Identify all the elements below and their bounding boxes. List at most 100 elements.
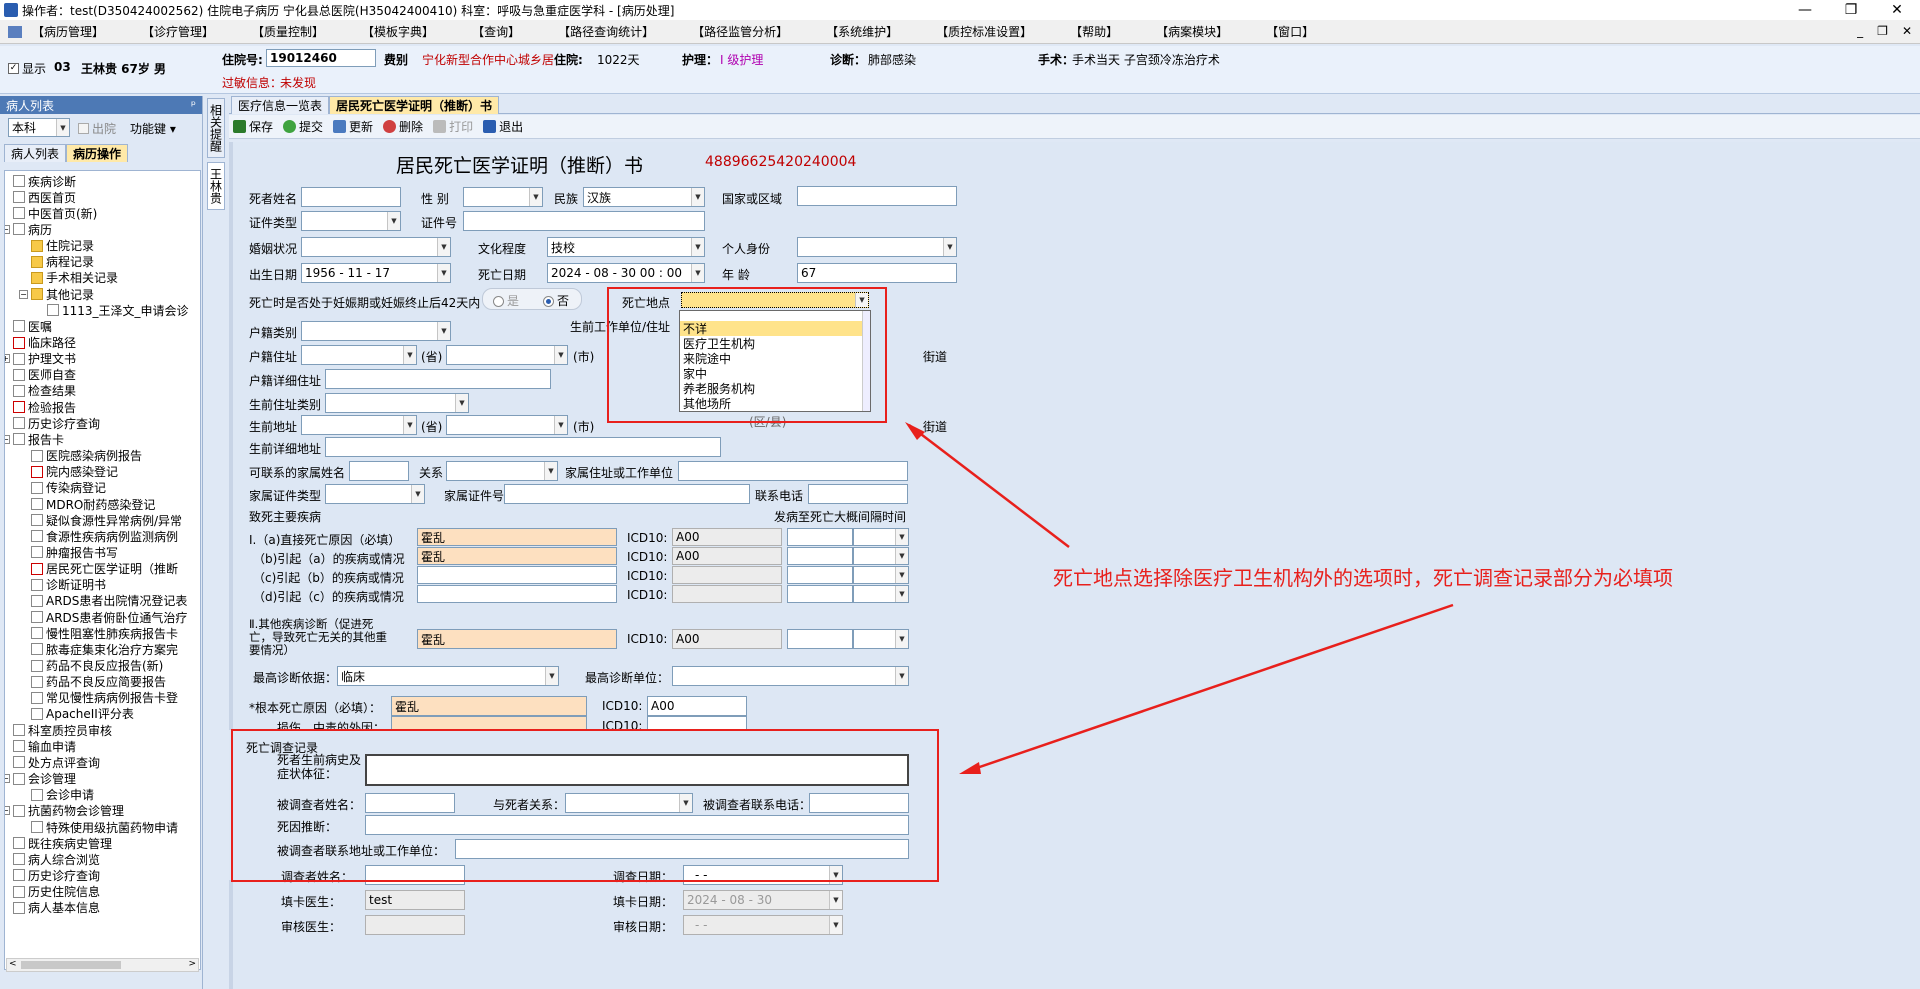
tree-item[interactable]: − 抗菌药物会诊管理 (5, 803, 124, 819)
review-doctor-input[interactable] (365, 915, 465, 935)
review-date-picker[interactable]: - - ▼ (683, 915, 843, 935)
tree-item[interactable]: 医师自查 (13, 367, 76, 383)
tree-item[interactable]: 疾病诊断 (13, 173, 76, 189)
tree-item[interactable]: 住院记录 (31, 238, 94, 254)
tree-item[interactable]: − 其他记录 (19, 286, 94, 302)
tree-item[interactable]: 手术相关记录 (31, 270, 118, 286)
collapse-icon[interactable]: − (5, 774, 10, 784)
tree-item[interactable]: 病人综合浏览 (13, 851, 100, 867)
tree-item[interactable]: 特殊使用级抗菌药物申请 (31, 819, 178, 835)
tree-item[interactable]: 病人基本信息 (13, 900, 100, 916)
tab-patient-list[interactable]: 病人列表 (4, 144, 67, 162)
submit-button[interactable]: 提交 (283, 118, 323, 135)
tab-record-ops[interactable]: 病历操作 (66, 144, 129, 162)
card-date-picker[interactable]: 2024 - 08 - 30 ▼ (683, 890, 843, 910)
tree-item[interactable]: 历史诊疗查询 (13, 867, 100, 883)
tree-item[interactable]: − 报告卡 (5, 431, 64, 447)
tree-item[interactable]: 传染病登记 (31, 480, 106, 496)
tree-item[interactable]: 西医首页 (13, 189, 76, 205)
show-checkbox[interactable]: ✓ 显示 (8, 60, 46, 77)
tree-item[interactable]: 科室质控员审核 (13, 722, 112, 738)
tree-item[interactable]: 既往疾病史管理 (13, 835, 112, 851)
tree-item[interactable]: 诊断证明书 (31, 577, 106, 593)
minimize-icon[interactable]: — (1782, 0, 1828, 20)
tree-item[interactable]: MDRO耐药感染登记 (31, 496, 155, 512)
menu-item-11[interactable]: 【窗口】 (1266, 23, 1314, 40)
update-button[interactable]: 更新 (333, 118, 373, 135)
tree-item-label: 1113_王泽文_申请会诊 (62, 303, 189, 318)
tab-death-certificate[interactable]: 居民死亡医学证明（推断）书 (329, 96, 500, 114)
mdi-minimize-icon[interactable]: _ (1857, 24, 1863, 38)
dept-select[interactable]: 本科 ▼ (8, 118, 70, 137)
menu-item-6[interactable]: 【路径监管分析】 (692, 23, 788, 40)
delete-button[interactable]: 删除 (383, 118, 423, 135)
tree-item[interactable]: 中医首页(新) (13, 205, 97, 221)
tree-item[interactable]: 慢性阻塞性肺疾病报告卡 (31, 625, 178, 641)
tree-item[interactable]: 居民死亡医学证明（推断 (31, 561, 178, 577)
tree-item[interactable]: 检验报告 (13, 399, 76, 415)
tree-item[interactable]: 处方点评查询 (13, 754, 100, 770)
nursing: I 级护理 (720, 53, 764, 67)
vtab-patient[interactable]: 王林贵 (207, 162, 225, 210)
tree-item[interactable]: 历史住院信息 (13, 884, 100, 900)
discharged-checkbox[interactable]: 出院 (78, 120, 116, 137)
tree-item[interactable]: 历史诊疗查询 (13, 415, 100, 431)
collapse-icon[interactable]: − (5, 224, 10, 234)
tree-item[interactable]: 病程记录 (31, 254, 94, 270)
mdi-close-icon[interactable]: ✕ (1902, 24, 1912, 38)
tree-item[interactable]: ARDS患者出院情况登记表 (31, 593, 187, 609)
tree-item[interactable]: 检查结果 (13, 383, 76, 399)
card-doctor-input[interactable]: test (365, 890, 465, 910)
menu-app-icon[interactable] (8, 25, 22, 38)
tree-item-label: 慢性阻塞性肺疾病报告卡 (46, 626, 179, 641)
collapse-icon[interactable]: − (5, 434, 10, 444)
tree-item[interactable]: 临床路径 (13, 335, 76, 351)
tree-item[interactable]: 脓毒症集束化治疗方案完 (31, 641, 178, 657)
tree-item[interactable]: 食源性疾病病例监测病例 (31, 528, 178, 544)
menu-item-8[interactable]: 【质控标准设置】 (936, 23, 1032, 40)
tree-item-label: MDRO耐药感染登记 (46, 497, 156, 512)
tree-item[interactable]: ApacheII评分表 (31, 706, 134, 722)
tree-item[interactable]: 药品不良反应报告(新) (31, 658, 163, 674)
menu-item-7[interactable]: 【系统维护】 (826, 23, 898, 40)
tree-item[interactable]: 输血申请 (13, 738, 76, 754)
menu-item-3[interactable]: 【模板字典】 (362, 23, 434, 40)
menu-item-1[interactable]: 【诊疗管理】 (142, 23, 214, 40)
exit-button[interactable]: 退出 (483, 118, 523, 135)
collapse-icon[interactable]: − (19, 289, 28, 299)
menu-item-2[interactable]: 【质量控制】 (252, 23, 324, 40)
restore-icon[interactable]: ❐ (1828, 0, 1874, 20)
tree-item[interactable]: 院内感染登记 (31, 464, 118, 480)
tree-item-label: 处方点评查询 (28, 755, 101, 770)
document-icon (13, 401, 25, 414)
horizontal-scrollbar[interactable]: < > (6, 958, 199, 972)
mdi-restore-icon[interactable]: ❐ (1877, 24, 1888, 38)
menu-item-0[interactable]: 【病历管理】 (32, 23, 104, 40)
tree-item[interactable]: + 护理文书 (5, 351, 76, 367)
menu-item-4[interactable]: 【查询】 (472, 23, 520, 40)
function-key-button[interactable]: 功能键 ▾ (130, 120, 176, 137)
save-button[interactable]: 保存 (233, 118, 273, 135)
tree-item[interactable]: ARDS患者俯卧位通气治疗 (31, 609, 187, 625)
menu-item-9[interactable]: 【帮助】 (1070, 23, 1118, 40)
tree-item[interactable]: 会诊申请 (31, 787, 94, 803)
vtab-reminders[interactable]: 相关提醒 (207, 98, 225, 158)
tab-medical-overview[interactable]: 医疗信息一览表 (231, 96, 330, 114)
collapse-icon[interactable]: − (5, 806, 10, 816)
tree-item[interactable]: 疑似食源性异常病例/异常 (31, 512, 182, 528)
tree-item[interactable]: 1113_王泽文_申请会诊 (47, 302, 189, 318)
tree-item[interactable]: − 病历 (5, 221, 52, 237)
menu-item-10[interactable]: 【病案模块】 (1156, 23, 1228, 40)
tree-item[interactable]: 药品不良反应简要报告 (31, 674, 166, 690)
tree-item[interactable]: 常见慢性病病例报告卡登 (31, 690, 178, 706)
expand-icon[interactable]: + (5, 354, 10, 364)
pin-icon[interactable]: ᵖ (191, 98, 196, 112)
tree-item[interactable]: 医院感染病例报告 (31, 448, 142, 464)
close-icon[interactable]: ✕ (1874, 0, 1920, 20)
tree-item[interactable]: − 会诊管理 (5, 771, 76, 787)
tree-item[interactable]: 医嘱 (13, 318, 52, 334)
print-button[interactable]: 打印 (433, 118, 473, 135)
menu-item-5[interactable]: 【路径查询统计】 (558, 23, 654, 40)
tree-item[interactable]: 肿瘤报告书写 (31, 544, 118, 560)
allergy: 未发现 (280, 76, 317, 90)
